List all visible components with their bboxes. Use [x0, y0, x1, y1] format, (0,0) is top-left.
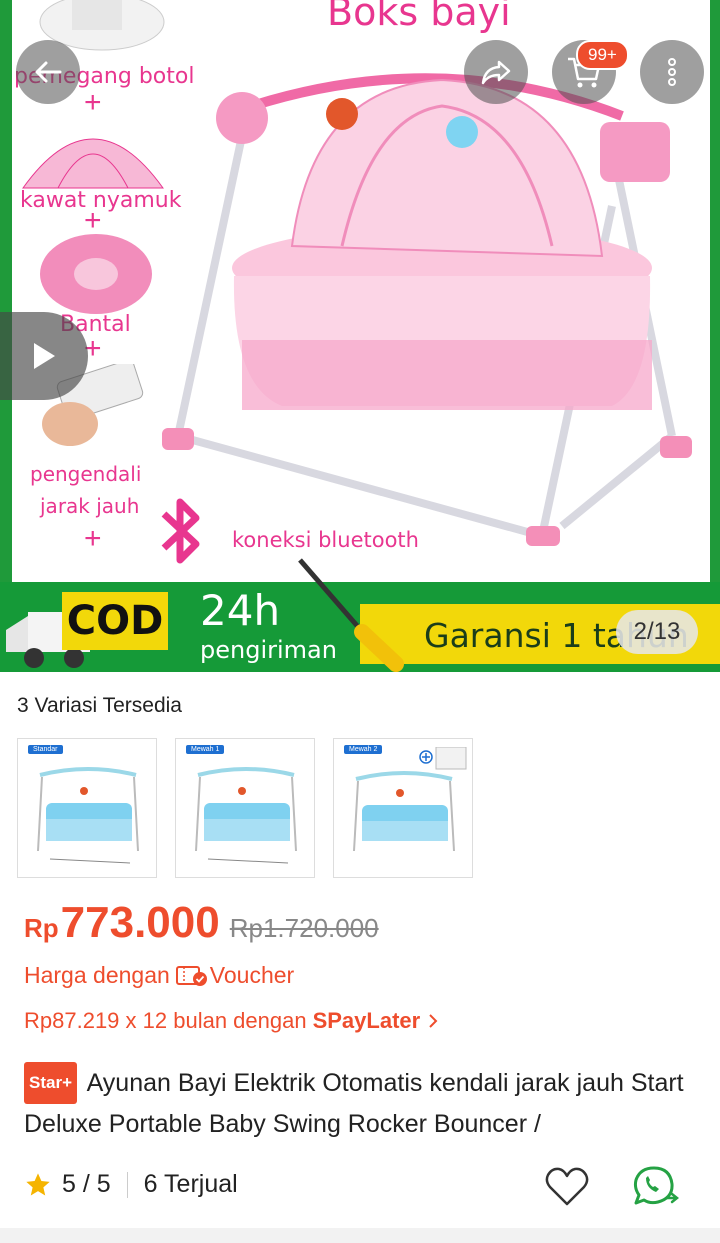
variant-tag: Mewah 2	[344, 745, 383, 754]
label-remote-1: pengendali	[30, 462, 142, 486]
product-title: Ayunan Bayi Elektrik Otomatis kendali ja…	[24, 1069, 684, 1138]
cod-label: COD	[62, 592, 168, 650]
delivery-hours: 24h	[200, 586, 281, 635]
installment-text: Rp87.219 x 12 bulan dengan	[24, 1008, 307, 1033]
voucher-label: Voucher	[209, 962, 295, 988]
screwdriver-icon	[298, 558, 404, 672]
voucher-icon	[175, 965, 207, 986]
label-remote-2: jarak jauh	[40, 494, 140, 518]
image-counter: 2/13	[616, 610, 698, 654]
variant-thumbnail[interactable]: Standar	[17, 738, 157, 878]
variant-tag: Mewah 1	[186, 745, 225, 754]
pillow-illustration	[40, 234, 152, 314]
whatsapp-icon	[633, 1166, 680, 1205]
crib-thumbnail-image	[195, 767, 297, 864]
variant-tag: Standar	[28, 745, 63, 754]
price-value: 773.000	[60, 898, 220, 947]
arrow-left-icon	[35, 61, 62, 83]
star-icon	[26, 1172, 50, 1195]
cart-count-badge: 99+	[576, 40, 629, 70]
more-options-button[interactable]	[640, 40, 704, 104]
price-currency: Rp	[24, 913, 59, 943]
heart-icon	[545, 1167, 589, 1206]
variant-thumbnail[interactable]: Mewah 1	[175, 738, 315, 878]
product-title-block: Star+ Ayunan Bayi Elektrik Otomatis kend…	[24, 1062, 696, 1144]
installment-row[interactable]: Rp87.219 x 12 bulan dengan SPayLater	[24, 1008, 438, 1034]
chevron-right-icon	[429, 1014, 438, 1028]
crib-thumbnail-image	[353, 771, 455, 852]
price-row: Rp 773.000 Rp1.720.000	[24, 898, 379, 948]
variants-label: 3 Variasi Tersedia	[17, 694, 182, 717]
rating-value: 5 / 5	[62, 1170, 111, 1198]
wishlist-button[interactable]	[544, 1166, 592, 1210]
back-button[interactable]	[16, 40, 80, 104]
section-divider	[0, 1228, 720, 1243]
star-plus-badge: Star+	[24, 1062, 77, 1104]
share-button[interactable]	[464, 40, 528, 104]
play-video-button[interactable]	[0, 312, 88, 400]
crib-thumbnail-image	[37, 767, 139, 864]
divider	[126, 1171, 128, 1198]
installment-brand: SPayLater	[312, 1008, 421, 1033]
sold-count: 6 Terjual	[143, 1170, 238, 1198]
image-title: Boks bayi	[327, 0, 511, 34]
product-image-carousel[interactable]: Boks bayi pemegang botol + kawat nyamuk …	[0, 0, 720, 672]
baby-crib-illustration	[162, 73, 692, 546]
plus-sign: +	[84, 522, 102, 555]
voucher-prefix: Harga dengan	[24, 962, 170, 988]
whatsapp-share-button[interactable]	[632, 1164, 682, 1212]
variant-thumbnail[interactable]: Mewah 2	[333, 738, 473, 878]
rating-row: 5 / 5 6 Terjual	[24, 1170, 238, 1199]
more-vertical-icon	[668, 58, 676, 86]
promo-banner: COD 24h pengiriman Garansi 1 tahun	[0, 558, 720, 672]
share-icon	[481, 60, 511, 85]
play-icon	[34, 343, 55, 369]
original-price: Rp1.720.000	[229, 913, 379, 943]
voucher-row[interactable]: Harga dengan Voucher	[24, 962, 294, 989]
